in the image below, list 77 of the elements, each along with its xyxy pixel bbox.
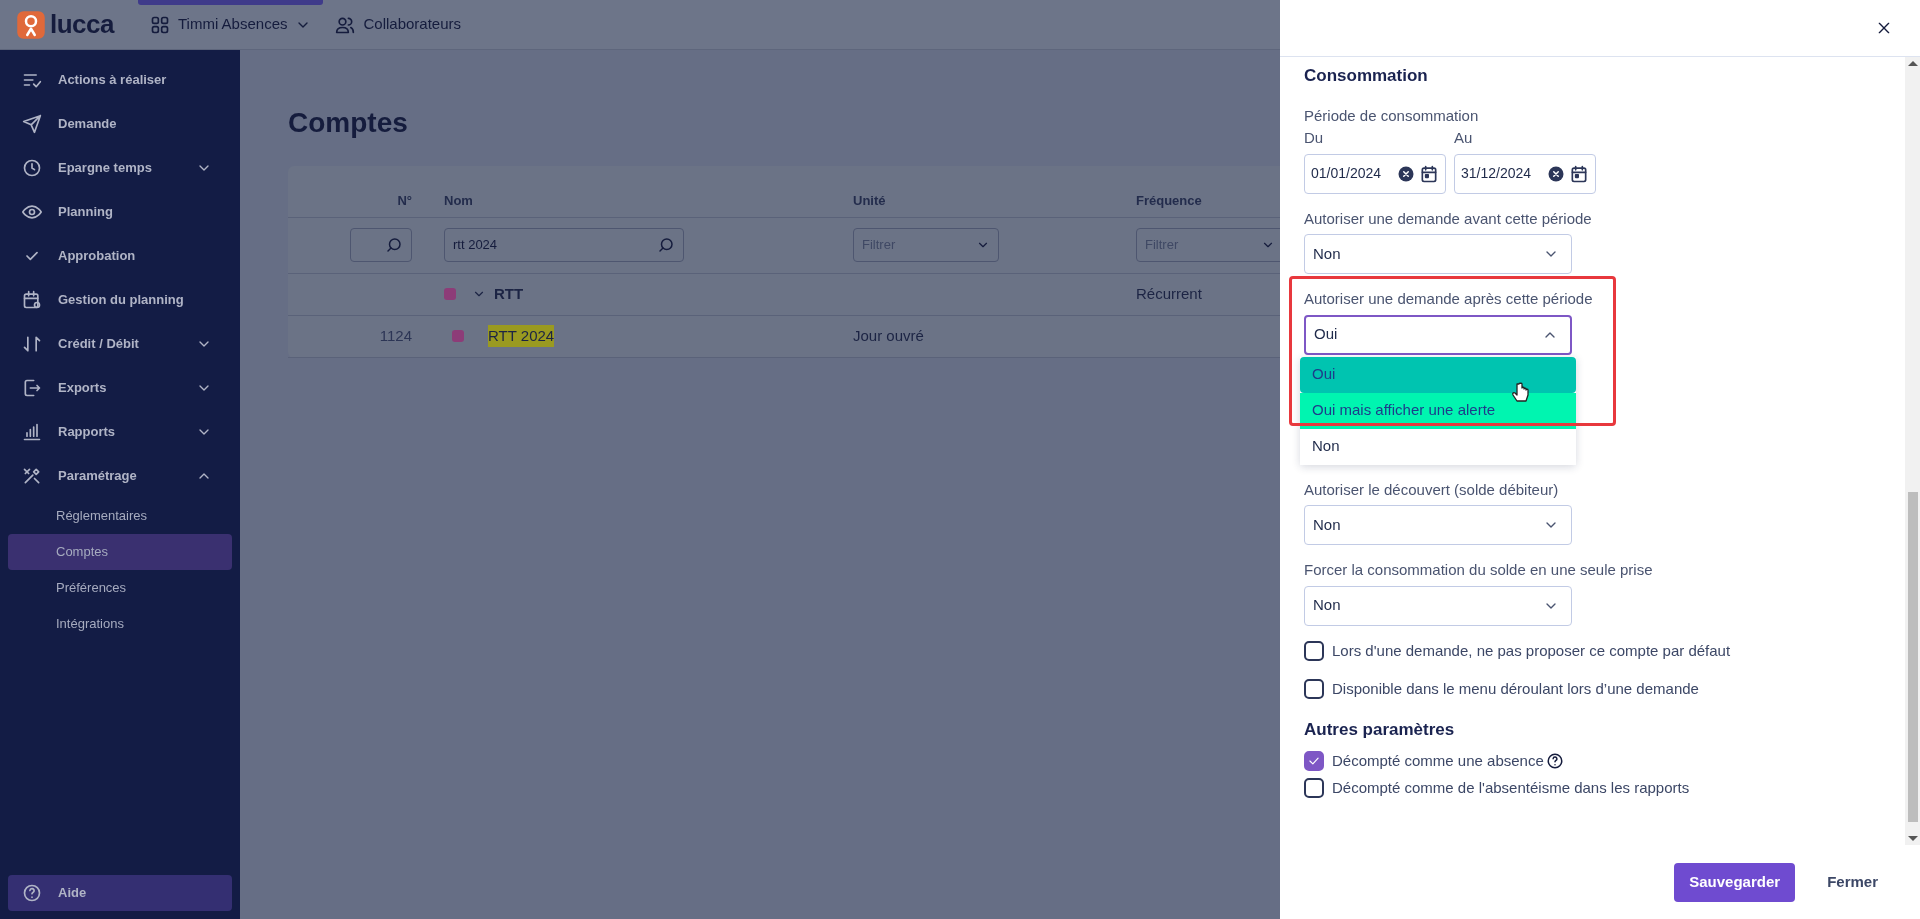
sidebar-item[interactable]: Actions à réaliser — [0, 58, 240, 102]
sidebar-subitem[interactable]: Comptes — [8, 534, 232, 570]
search-field[interactable]: rtt 2024 — [444, 228, 684, 263]
search-field[interactable] — [350, 228, 412, 263]
nav-tab[interactable]: Timmi Absences — [138, 0, 324, 50]
sidebar-item[interactable]: Gestion du planning — [0, 278, 240, 322]
page-title: Comptes — [288, 106, 408, 140]
checkbox[interactable] — [1304, 679, 1324, 700]
apps-grid-icon — [150, 14, 170, 35]
select-field[interactable]: Non — [1304, 234, 1572, 274]
scrollbar[interactable] — [1905, 57, 1920, 845]
nav-tab[interactable]: Collaborateurs — [323, 0, 474, 50]
date-field[interactable]: 01/01/2024 — [1304, 153, 1446, 194]
field-label: Du — [1304, 128, 1325, 148]
sidebar-item[interactable]: Planning — [0, 190, 240, 234]
checkbox[interactable] — [1304, 640, 1324, 661]
logo-icon — [16, 9, 46, 40]
checkbox-label: Disponible dans le menu déroulant lors d’une demande — [1332, 679, 1699, 699]
column-header: Fréquence — [1135, 192, 1203, 211]
sidebar-subitem[interactable]: Intégrations — [8, 606, 232, 642]
checkbox-label: Lors d'une demande, ne pas proposer ce compte par défaut — [1332, 640, 1731, 661]
field-label: Au — [1454, 128, 1474, 148]
sidebar-item[interactable]: Rapports — [0, 410, 240, 454]
sidebar-item[interactable]: Paramétrage — [0, 454, 240, 498]
sidebar-subitem[interactable]: Réglementaires — [8, 498, 232, 534]
column-header: Unité — [852, 192, 887, 211]
date-field[interactable]: 31/12/2024 — [1454, 153, 1596, 194]
help-button[interactable]: Aide — [8, 875, 232, 911]
search-icon — [385, 236, 403, 255]
clear-icon[interactable] — [1397, 164, 1415, 183]
table-cell: Récurrent — [1136, 284, 1202, 302]
select-field[interactable]: Oui — [1304, 314, 1572, 355]
sidebar-item[interactable]: Exports — [0, 366, 240, 410]
field-label: Autoriser une demande avant cette période — [1304, 208, 1593, 229]
save-button[interactable]: Sauvegarder — [1674, 862, 1796, 902]
table-cell-text: RTT — [494, 283, 524, 304]
help-icon[interactable] — [1545, 752, 1564, 771]
calendar-icon[interactable] — [1419, 163, 1439, 184]
field-label: Période de consommation — [1304, 105, 1480, 126]
export-icon — [22, 378, 42, 398]
logo-text: lucca — [50, 8, 114, 41]
bar-chart-icon — [22, 422, 42, 442]
column-header: Nom — [443, 192, 474, 211]
sidebar-item[interactable]: Demande — [0, 102, 240, 146]
dropdown-option[interactable]: Non — [1300, 428, 1576, 465]
sidebar-item[interactable]: Epargne temps — [0, 146, 240, 190]
checkbox[interactable] — [1304, 777, 1324, 798]
calendar-icon[interactable] — [1569, 163, 1589, 184]
calendar-gear-icon — [22, 290, 42, 310]
sidebar-item[interactable]: Approbation — [0, 234, 240, 278]
section-heading: Autres paramètres — [1304, 718, 1456, 741]
table-cell: 1124 — [379, 326, 412, 344]
checkbox-label: Décompté comme une absence — [1332, 751, 1544, 771]
dropdown-option[interactable]: Oui — [1300, 356, 1576, 393]
close-button[interactable]: Fermer — [1821, 862, 1884, 902]
arrows-up-down-icon — [22, 334, 42, 354]
field-label: Autoriser le découvert (solde débiteur) — [1304, 479, 1560, 500]
sidebar-subitem[interactable]: Préférences — [8, 570, 232, 606]
tools-icon — [22, 466, 42, 486]
eye-icon — [22, 202, 42, 222]
sidebar-item[interactable]: Crédit / Débit — [0, 322, 240, 366]
select-field[interactable]: Non — [1304, 505, 1572, 545]
field-label: Autoriser une demande après cette période — [1304, 289, 1594, 309]
checkbox-label: Décompté comme de l'absentéisme dans les rapports — [1332, 777, 1690, 798]
clear-icon[interactable] — [1547, 164, 1565, 183]
paper-plane-icon — [22, 114, 42, 134]
column-header: N° — [396, 192, 413, 211]
table-cell: Jour ouvré — [853, 326, 924, 344]
clock-icon — [22, 158, 42, 178]
section-heading: Consommation — [1304, 65, 1429, 87]
table-cell: RTT 2024 — [488, 324, 555, 348]
close-icon[interactable] — [1876, 20, 1892, 36]
help-icon — [22, 883, 42, 903]
search-icon — [657, 236, 675, 255]
checkbox[interactable] — [1304, 751, 1324, 772]
select-field[interactable]: Non — [1304, 585, 1572, 626]
field-label: Forcer la consommation du solde en une seule prise — [1304, 560, 1654, 580]
